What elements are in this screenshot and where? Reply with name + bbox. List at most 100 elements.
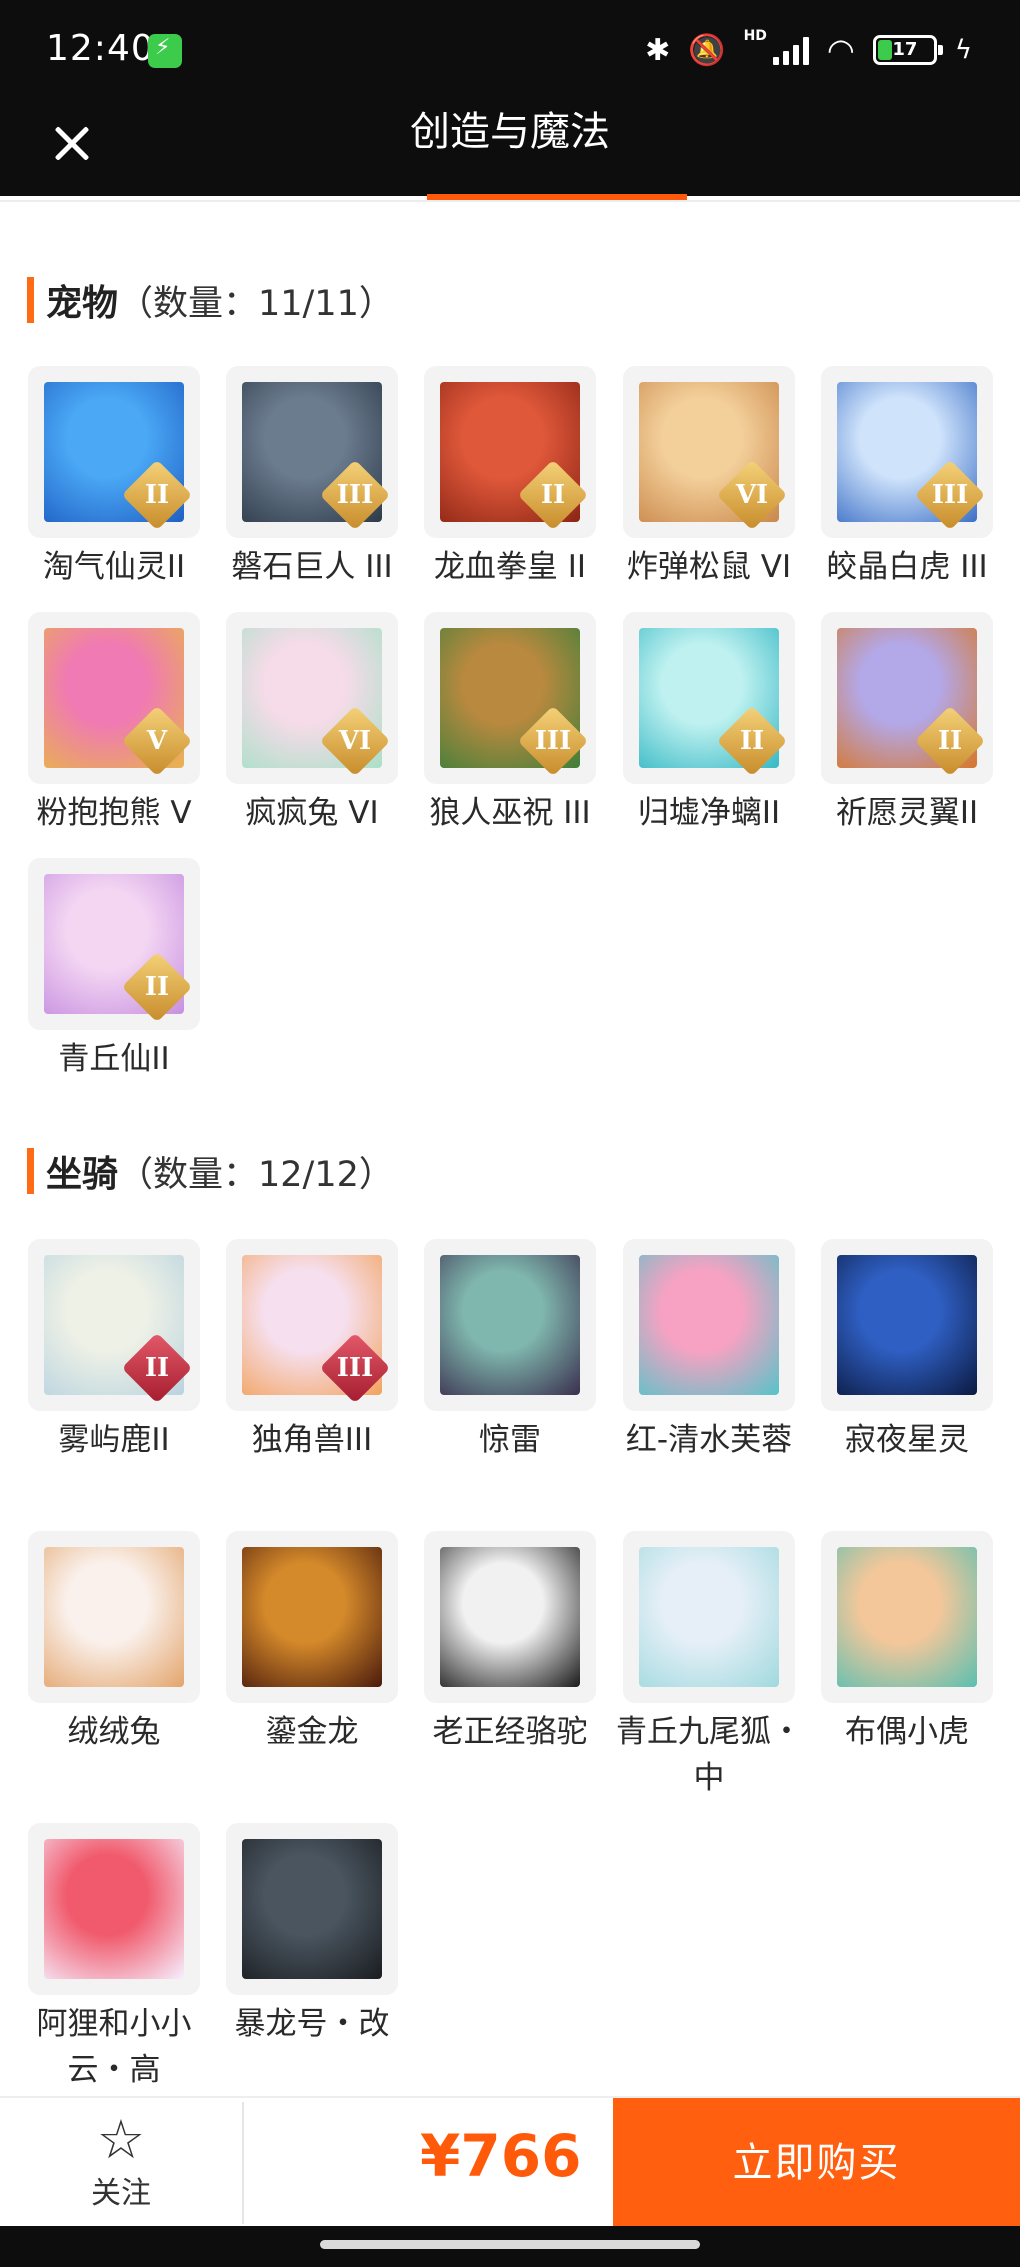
item-label: 暴龙号・改: [234, 2006, 390, 2042]
item-label: 寂夜星灵: [845, 1422, 969, 1458]
mute-bell-icon: 🔕: [688, 32, 726, 68]
grid-item[interactable]: 绒绒兔: [28, 1531, 200, 1755]
charging-bolt-icon: ϟ: [954, 35, 972, 65]
star-icon: ☆: [96, 2108, 146, 2171]
wifi-icon: ◠: [826, 31, 855, 69]
hd-label: HD: [743, 28, 767, 44]
grid-item[interactable]: II 祈愿灵翼II: [821, 612, 993, 836]
grid-item[interactable]: 寂夜星灵: [821, 1239, 993, 1463]
item-thumbnail: [28, 1823, 200, 1995]
tier-badge: III: [319, 1332, 391, 1404]
grid-item[interactable]: III 皎晶白虎 III: [821, 366, 993, 590]
section-count: （数量：11/11）: [118, 283, 394, 324]
tier-badge-text: II: [540, 480, 566, 510]
item-thumbnail: II: [424, 366, 596, 538]
item-image: [440, 1255, 580, 1395]
item-thumbnail: II: [28, 366, 200, 538]
item-thumbnail: [226, 1531, 398, 1703]
grid-item[interactable]: III 狼人巫祝 III: [424, 612, 596, 836]
grid-item[interactable]: II 龙血拳皇 II: [424, 366, 596, 590]
item-image: [44, 1839, 184, 1979]
tier-badge: II: [121, 1332, 193, 1404]
system-nav-bar: [0, 2226, 1020, 2267]
item-thumbnail: III: [424, 612, 596, 784]
tier-badge: II: [914, 705, 986, 777]
grid-item[interactable]: III 独角兽III: [226, 1239, 398, 1463]
item-image: [639, 1255, 779, 1395]
grid-item[interactable]: II 青丘仙II: [28, 858, 200, 1082]
item-label: 疯疯兔 VI: [245, 795, 379, 831]
grid-item[interactable]: 鎏金龙: [226, 1531, 398, 1755]
section-accent-bar: [27, 277, 34, 323]
grid-item[interactable]: 惊雷: [424, 1239, 596, 1463]
item-label: 鎏金龙: [265, 1714, 359, 1750]
grid-item[interactable]: 暴龙号・改: [226, 1823, 398, 2047]
item-thumbnail: [623, 1531, 795, 1703]
grid-item[interactable]: III 磐石巨人 III: [226, 366, 398, 590]
grid-item[interactable]: V 粉抱抱熊 V: [28, 612, 200, 836]
tier-badge: II: [716, 705, 788, 777]
status-icons: ✱ 🔕 HD ◠ 17 ϟ: [645, 28, 972, 72]
tier-badge: II: [517, 459, 589, 531]
item-thumbnail: II: [623, 612, 795, 784]
item-label: 布偶小虎: [845, 1714, 969, 1750]
item-label: 独角兽III: [251, 1422, 373, 1458]
item-label: 磐石巨人 III: [231, 549, 393, 585]
tier-badge-text: III: [931, 480, 969, 510]
section-count: （数量：12/12）: [118, 1154, 394, 1195]
grid-item[interactable]: II 雾屿鹿II: [28, 1239, 200, 1463]
grid-item[interactable]: VI 炸弹松鼠 VI: [623, 366, 795, 590]
grid-item[interactable]: II 归墟净螭II: [623, 612, 795, 836]
tier-badge-text: II: [144, 1353, 170, 1383]
item-thumbnail: [821, 1239, 993, 1411]
status-bar: 12:40 ✱ 🔕 HD ◠ 17 ϟ: [0, 0, 1020, 100]
tier-badge: II: [121, 951, 193, 1023]
item-thumbnail: III: [226, 366, 398, 538]
grid-item[interactable]: II 淘气仙灵II: [28, 366, 200, 590]
item-image: [44, 1547, 184, 1687]
grid-item[interactable]: 布偶小虎: [821, 1531, 993, 1755]
tier-badge-text: II: [739, 726, 765, 756]
price: ¥766: [420, 2122, 582, 2190]
grid-item[interactable]: 阿狸和小小云・高: [28, 1823, 200, 2093]
page-title: 创造与魔法: [410, 109, 610, 155]
item-label: 龙血拳皇 II: [433, 549, 587, 585]
item-label: 阿狸和小小云・高: [36, 2006, 192, 2088]
tier-badge: V: [121, 705, 193, 777]
section-title-pets: 宠物 （数量：11/11）: [27, 275, 394, 325]
tier-badge: VI: [319, 705, 391, 777]
app-header: 创造与魔法: [0, 100, 1020, 196]
grid-item[interactable]: 红-清水芙蓉: [623, 1239, 795, 1463]
charging-icon: [148, 34, 182, 68]
grid-item[interactable]: 青丘九尾狐・中: [616, 1531, 802, 1801]
tier-badge: III: [914, 459, 986, 531]
item-label: 惊雷: [479, 1422, 541, 1458]
item-thumbnail: III: [821, 366, 993, 538]
item-label: 皎晶白虎 III: [826, 549, 988, 585]
item-label: 狼人巫祝 III: [429, 795, 591, 831]
bluetooth-icon: ✱: [645, 32, 671, 68]
item-thumbnail: III: [226, 1239, 398, 1411]
follow-button[interactable]: ☆ 关注: [0, 2098, 242, 2228]
item-label: 老正经骆驼: [432, 1714, 588, 1750]
tier-badge-text: II: [144, 480, 170, 510]
tier-badge: II: [121, 459, 193, 531]
tier-badge: III: [319, 459, 391, 531]
tier-badge-text: II: [144, 972, 170, 1002]
home-indicator[interactable]: [320, 2240, 700, 2249]
item-thumbnail: II: [28, 1239, 200, 1411]
tier-badge-text: III: [534, 726, 572, 756]
section-title-mounts: 坐骑 （数量：12/12）: [27, 1146, 394, 1196]
grid-item[interactable]: VI 疯疯兔 VI: [226, 612, 398, 836]
item-thumbnail: II: [28, 858, 200, 1030]
item-label: 青丘仙II: [58, 1041, 170, 1077]
buy-now-button[interactable]: 立即购买: [613, 2098, 1020, 2228]
signal-icon: [772, 35, 809, 65]
item-image: [242, 1547, 382, 1687]
item-label: 淘气仙灵II: [42, 549, 186, 585]
tier-badge: VI: [716, 459, 788, 531]
tier-badge-text: III: [336, 480, 374, 510]
grid-item[interactable]: 老正经骆驼: [424, 1531, 596, 1755]
tier-badge-text: V: [146, 726, 168, 756]
status-time: 12:40: [46, 28, 155, 69]
